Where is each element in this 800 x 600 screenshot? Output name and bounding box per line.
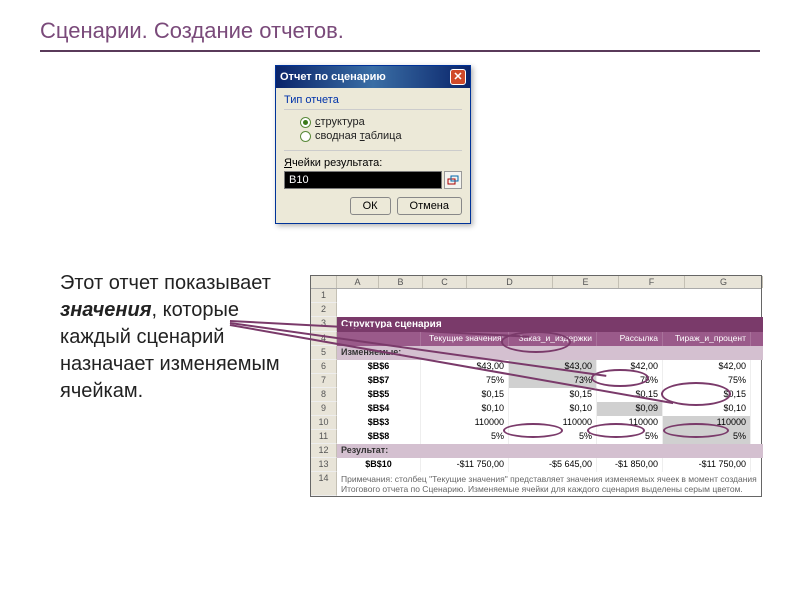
- row-4[interactable]: 4: [311, 332, 337, 346]
- radio-icon: [300, 117, 311, 128]
- col-d[interactable]: D: [467, 276, 553, 288]
- refedit-icon: [447, 174, 459, 186]
- body-emphasis: значения: [60, 299, 152, 321]
- slide-title: Сценарии. Создание отчетов.: [40, 18, 344, 44]
- report-type-label: Тип отчета: [284, 94, 462, 106]
- col-b[interactable]: B: [379, 276, 423, 288]
- row-2[interactable]: 2: [311, 303, 337, 317]
- body-prefix: Этот отчет показывает: [60, 272, 271, 294]
- col-c[interactable]: C: [423, 276, 467, 288]
- row-13[interactable]: 13: [311, 458, 337, 472]
- table-row: $B$3110000110000110000110000: [337, 416, 763, 430]
- body-text: Этот отчет показывает значения, которые …: [60, 270, 290, 405]
- refedit-button[interactable]: [444, 171, 462, 189]
- table-row: $B$4$0,10$0,10$0,09$0,10: [337, 402, 763, 416]
- changing-label: Изменяемые:: [337, 346, 763, 360]
- report-type-group: структура сводная таблица: [284, 109, 462, 151]
- col-f[interactable]: F: [619, 276, 685, 288]
- row-3[interactable]: 3: [311, 317, 337, 332]
- table-row: $B$6$43,00$43,00$42,00$42,00: [337, 360, 763, 374]
- row-12[interactable]: 12: [311, 444, 337, 458]
- radio-structure-label: структура: [315, 116, 365, 128]
- col-a[interactable]: A: [337, 276, 379, 288]
- column-headers: A B C D E F G: [311, 276, 761, 289]
- row-10[interactable]: 10: [311, 416, 337, 430]
- row-14[interactable]: 14: [311, 472, 337, 496]
- result-cells-input[interactable]: B10: [284, 171, 442, 189]
- row-11[interactable]: 11: [311, 430, 337, 444]
- result-label: Результат:: [337, 444, 763, 458]
- row-6[interactable]: 6: [311, 360, 337, 374]
- excel-screenshot: A B C D E F G 1 2 3Структура сценария 4 …: [310, 275, 762, 497]
- radio-icon: [300, 131, 311, 142]
- row-8[interactable]: 8: [311, 388, 337, 402]
- ok-button[interactable]: ОК: [350, 197, 391, 215]
- radio-structure[interactable]: структура: [300, 116, 458, 128]
- col-e[interactable]: E: [553, 276, 619, 288]
- dialog-titlebar[interactable]: Отчет по сценарию ✕: [276, 66, 470, 88]
- cancel-button[interactable]: Отмена: [397, 197, 462, 215]
- title-underline: [40, 50, 760, 52]
- close-icon[interactable]: ✕: [450, 69, 466, 85]
- dialog-title-text: Отчет по сценарию: [280, 71, 386, 83]
- table-row: $B$85%5%5%5%: [337, 430, 763, 444]
- row-5[interactable]: 5: [311, 346, 337, 360]
- radio-pivot-label: сводная таблица: [315, 130, 402, 142]
- row-9[interactable]: 9: [311, 402, 337, 416]
- scenario-report-dialog: Отчет по сценарию ✕ Тип отчета структура…: [275, 65, 471, 224]
- table-row: $B$775%73%75%75%: [337, 374, 763, 388]
- result-cells-label: Ячейки результата:: [284, 157, 462, 169]
- radio-pivot[interactable]: сводная таблица: [300, 130, 458, 142]
- dialog-body: Тип отчета структура сводная таблица Яче…: [276, 88, 470, 223]
- result-row: $B$10-$11 750,00-$5 645,00-$1 850,00-$11…: [337, 458, 763, 472]
- table-row: $B$5$0,15$0,15$0,15$0,15: [337, 388, 763, 402]
- structure-title: Структура сценария: [337, 317, 763, 332]
- row-7[interactable]: 7: [311, 374, 337, 388]
- col-g[interactable]: G: [685, 276, 763, 288]
- scenario-col-headers: Текущие значения:Заказ_и_издержкиРассылк…: [337, 332, 763, 346]
- row-1[interactable]: 1: [311, 289, 337, 303]
- footnote: Примечания: столбец "Текущие значения" п…: [337, 472, 763, 496]
